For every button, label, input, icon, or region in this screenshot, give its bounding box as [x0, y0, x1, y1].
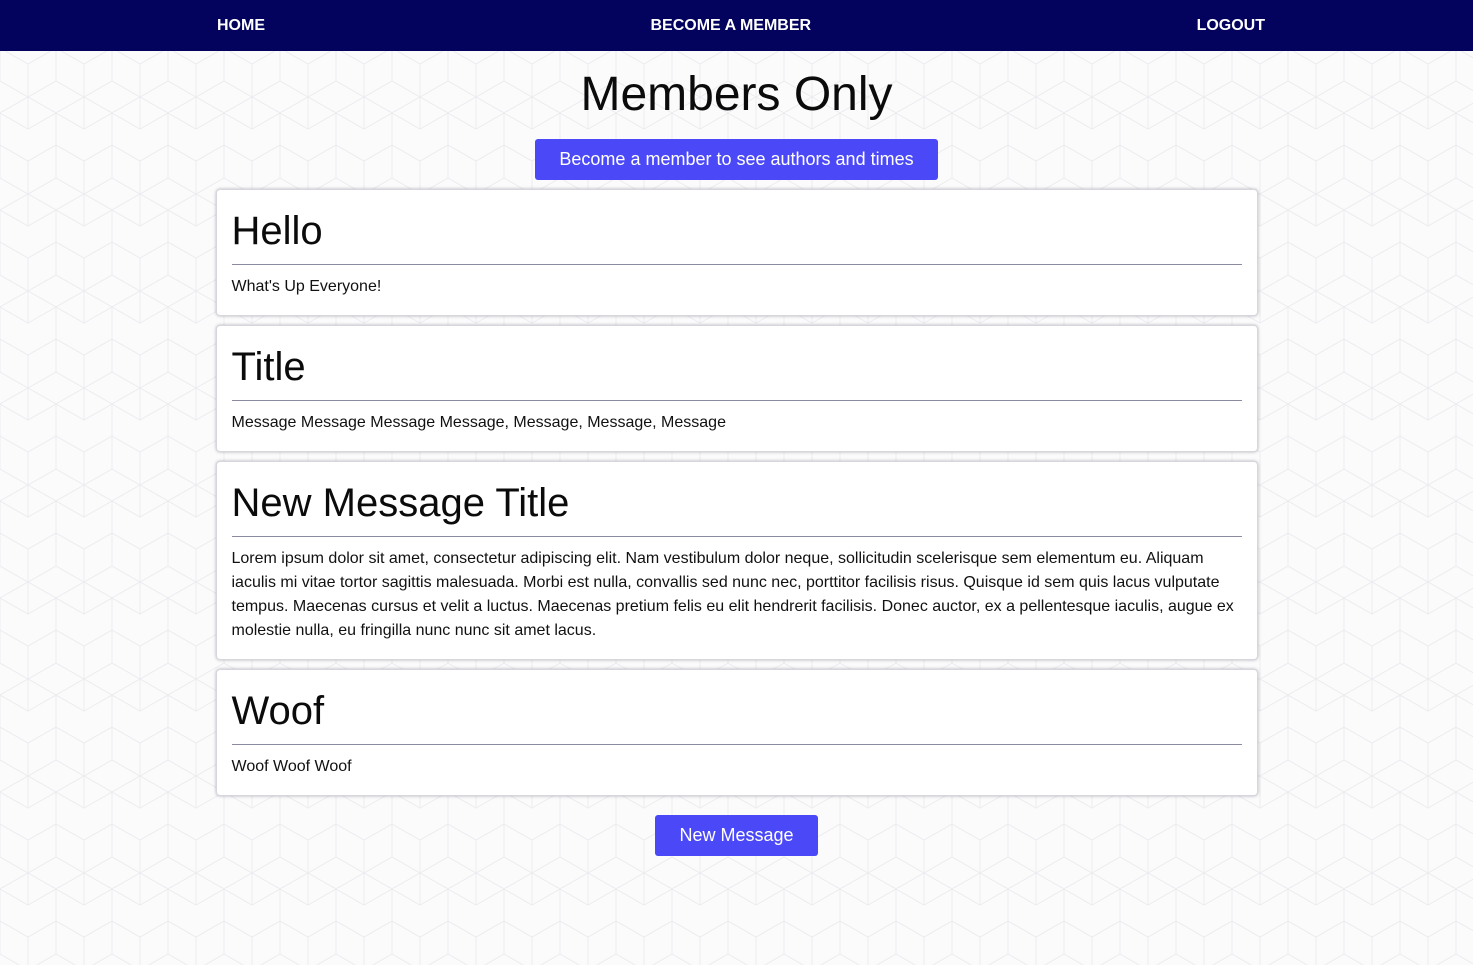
message-body: Message Message Message Message, Message… — [231, 414, 726, 431]
new-message-button[interactable]: New Message — [655, 815, 818, 856]
message-title: New Message Title — [231, 480, 1242, 537]
message-body: What's Up Everyone! — [231, 278, 382, 295]
message-body: Woof Woof Woof — [231, 758, 352, 775]
message-body: Lorem ipsum dolor sit amet, consectetur … — [231, 550, 1234, 639]
nav-logout-link[interactable]: LOGOUT — [1197, 17, 1265, 35]
message-title: Hello — [231, 208, 1242, 265]
nav-home-link[interactable]: HOME — [217, 17, 265, 35]
main-content: Members Only Become a member to see auth… — [0, 51, 1473, 856]
message-title: Woof — [231, 688, 1242, 745]
become-member-button[interactable]: Become a member to see authors and times — [535, 139, 938, 180]
message-card: New Message Title Lorem ipsum dolor sit … — [215, 461, 1258, 660]
message-title: Title — [231, 344, 1242, 401]
page-title: Members Only — [580, 68, 893, 121]
message-card: Hello What's Up Everyone! — [215, 189, 1258, 316]
nav-become-member-link[interactable]: BECOME A MEMBER — [650, 17, 811, 35]
message-list: Hello What's Up Everyone! Title Message … — [215, 189, 1258, 805]
message-card: Title Message Message Message Message, M… — [215, 325, 1258, 452]
message-card: Woof Woof Woof Woof — [215, 669, 1258, 796]
top-navbar: HOME BECOME A MEMBER LOGOUT — [0, 0, 1473, 51]
